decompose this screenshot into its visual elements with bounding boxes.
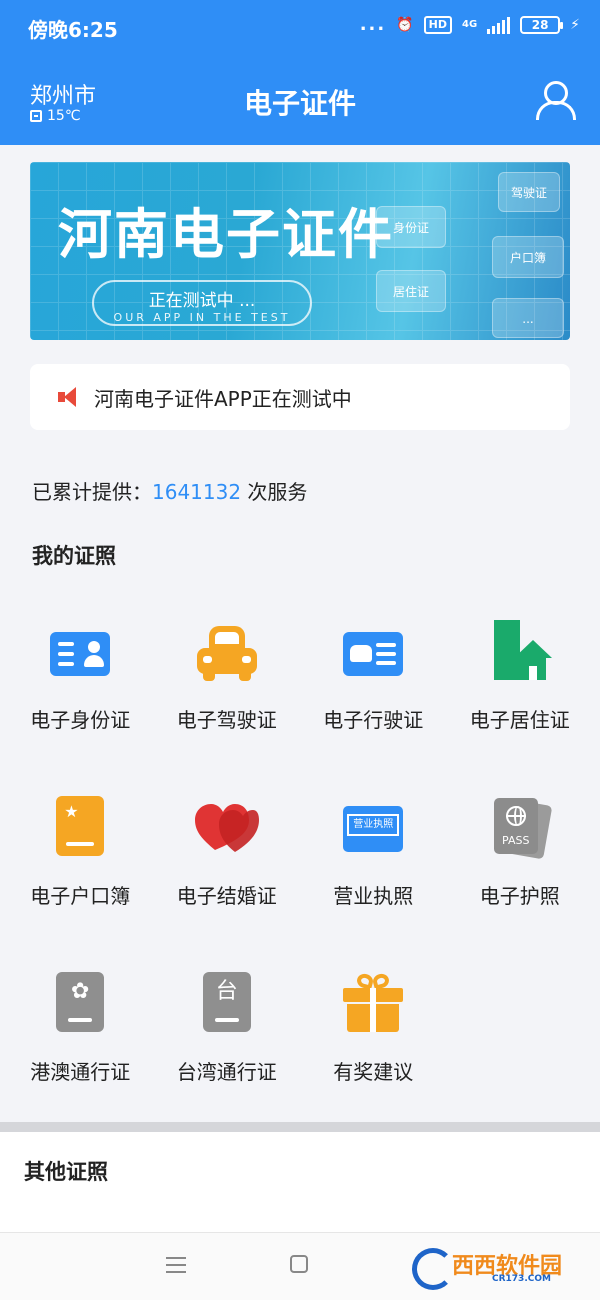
cert-label: 电子居住证 [469, 708, 570, 732]
charging-icon: ⚡ [570, 16, 580, 33]
signal-icon [487, 16, 511, 34]
banner-chip-residence: 居住证 [376, 270, 446, 312]
car-icon [195, 620, 259, 684]
cert-item-hk-macau-pass[interactable]: ✿ 港澳通行证 [7, 962, 154, 1138]
notice-bar[interactable]: 河南电子证件APP正在测试中 [30, 364, 570, 430]
cert-item-id-card[interactable]: 电子身份证 [7, 610, 154, 786]
id-card-icon [48, 620, 112, 684]
hearts-icon [194, 796, 259, 860]
more-notifications-icon: ... [359, 14, 387, 35]
megaphone-icon [58, 387, 80, 407]
watermark-sub: CR173.COM [492, 1274, 551, 1284]
hd-icon: HD [423, 15, 452, 34]
home-nav-icon[interactable] [290, 1255, 308, 1273]
cert-item-marriage[interactable]: 电子结婚证 [154, 786, 301, 962]
cert-item-household-book[interactable]: ★ 电子户口簿 [7, 786, 154, 962]
gift-icon [341, 972, 405, 1036]
house-icon [488, 620, 552, 684]
cert-item-taiwan-pass[interactable]: 台 台湾通行证 [154, 962, 301, 1138]
banner-subtitle-en: OUR APP IN THE TEST [113, 311, 291, 324]
banner-chip-driver: 驾驶证 [498, 172, 560, 212]
business-license-icon-text: 营业执照 [347, 814, 400, 836]
taiwan-pass-icon: 台 [195, 972, 259, 1036]
my-certificates-title: 我的证照 [32, 544, 116, 568]
business-license-icon: 营业执照 [341, 796, 405, 860]
cert-item-residence-permit[interactable]: 电子居住证 [447, 610, 594, 786]
cert-item-driver-license[interactable]: 电子驾驶证 [154, 610, 301, 786]
cert-label: 电子护照 [479, 884, 560, 908]
menu-nav-icon[interactable] [166, 1257, 186, 1273]
section-divider [0, 1122, 600, 1132]
cert-item-vehicle-license[interactable]: 电子行驶证 [300, 610, 447, 786]
alarm-icon: ⏰ [396, 16, 414, 33]
watermark-c-icon [412, 1248, 454, 1290]
passport-icon: PASS [488, 796, 553, 860]
battery-icon: 28 [520, 15, 564, 34]
user-profile-icon[interactable] [536, 81, 576, 120]
status-bar: 傍晚6:25 ... ⏰ HD 4G 28 ⚡ [0, 0, 600, 56]
service-counter: 已累计提供：1641132 次服务 [32, 476, 307, 505]
household-book-icon: ★ [48, 796, 112, 860]
other-certificates-title: 其他证照 [24, 1160, 108, 1184]
app-bar: 郑州市 15℃ 电子证件 [0, 64, 600, 144]
vehicle-license-icon [341, 620, 405, 684]
top-bar: 傍晚6:25 ... ⏰ HD 4G 28 ⚡ 郑州市 15℃ 电子证件 [0, 0, 600, 145]
status-icons: ... ⏰ HD 4G 28 ⚡ [360, 14, 580, 35]
notice-text: 河南电子证件APP正在测试中 [94, 386, 352, 411]
page-title: 电子证件 [243, 87, 356, 120]
cert-label: 电子行驶证 [323, 708, 424, 732]
banner-subtitle: 正在测试中 ... [148, 291, 256, 311]
cert-label: 电子驾驶证 [176, 708, 277, 732]
certificates-grid: 电子身份证 电子驾驶证 电子行驶证 电子居住证 ★ 电子户口簿 电子结婚证 营业… [7, 610, 593, 1138]
banner-subtitle-pill: 正在测试中 ... OUR APP IN THE TEST [92, 280, 312, 326]
counter-suffix: 次服务 [241, 480, 308, 504]
cert-label: 有奖建议 [333, 1060, 414, 1084]
cert-label: 营业执照 [333, 884, 414, 908]
promo-banner[interactable]: 河南电子证件 正在测试中 ... OUR APP IN THE TEST 驾驶证… [30, 162, 570, 340]
cert-label: 台湾通行证 [176, 1060, 277, 1084]
watermark-logo: 西西软件园 CR173.COM [412, 1248, 582, 1290]
cert-item-business-license[interactable]: 营业执照 营业执照 [300, 786, 447, 962]
network-type: 4G [461, 19, 478, 30]
hk-macau-pass-icon: ✿ [48, 972, 112, 1036]
passport-icon-text: PASS [502, 834, 530, 847]
counter-number: 1641132 [152, 480, 242, 504]
banner-chip-more: ... [492, 298, 564, 338]
cert-label: 港澳通行证 [30, 1060, 131, 1084]
taiwan-icon-text: 台 [215, 979, 238, 1004]
banner-title: 河南电子证件 [58, 203, 394, 266]
counter-prefix: 已累计提供： [32, 480, 152, 504]
status-time: 傍晚6:25 [28, 18, 118, 42]
banner-chip-id: 身份证 [376, 206, 446, 248]
cert-label: 电子结婚证 [176, 884, 277, 908]
cert-item-suggestion[interactable]: 有奖建议 [300, 962, 447, 1138]
other-certificates-section: 其他证照 [0, 1132, 600, 1232]
cert-label: 电子身份证 [30, 708, 131, 732]
cert-item-passport[interactable]: PASS 电子护照 [447, 786, 594, 962]
banner-chip-household: 户口簿 [492, 236, 564, 278]
cert-label: 电子户口簿 [30, 884, 131, 908]
